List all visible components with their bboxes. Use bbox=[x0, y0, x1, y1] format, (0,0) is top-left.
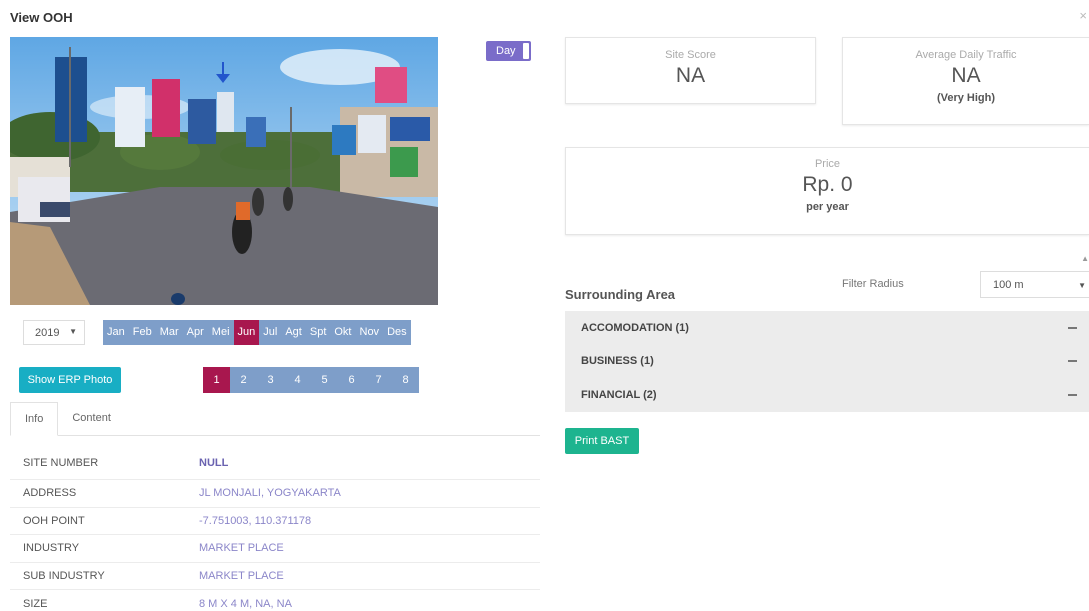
info-value: NULL bbox=[199, 457, 229, 469]
info-key: SITE NUMBER bbox=[23, 457, 99, 469]
traffic-label: Average Daily Traffic bbox=[915, 49, 1017, 61]
month-okt[interactable]: Okt bbox=[330, 320, 355, 345]
traffic-level: (Very High) bbox=[936, 92, 996, 104]
info-value: JL MONJALI, YOGYAKARTA bbox=[199, 487, 341, 500]
year-value: 2019 bbox=[35, 326, 60, 339]
month-spt[interactable]: Spt bbox=[306, 320, 331, 345]
page-8[interactable]: 8 bbox=[392, 367, 419, 393]
page-2[interactable]: 2 bbox=[230, 367, 257, 393]
month-des[interactable]: Des bbox=[383, 320, 411, 345]
info-row-ooh-point: OOH POINT -7.751003, 110.371178 bbox=[10, 508, 540, 535]
modal-title: View OOH bbox=[10, 10, 73, 25]
page-6[interactable]: 6 bbox=[338, 367, 365, 393]
info-tabs: Info Content bbox=[10, 402, 540, 436]
chevron-down-icon: ▼ bbox=[69, 327, 77, 336]
tab-content[interactable]: Content bbox=[58, 402, 125, 435]
info-value: MARKET PLACE bbox=[199, 542, 284, 555]
month-nov[interactable]: Nov bbox=[356, 320, 384, 345]
info-key: SIZE bbox=[23, 597, 48, 610]
info-row-size: SIZE 8 M X 4 M, NA, NA bbox=[10, 590, 540, 611]
site-score-value: NA bbox=[675, 64, 706, 87]
average-traffic-card: Average Daily Traffic NA (Very High) bbox=[842, 37, 1089, 125]
info-table: SITE NUMBER NULL ADDRESS JL MONJALI, YOG… bbox=[10, 447, 540, 611]
accordion-financial[interactable]: FINANCIAL (2) bbox=[565, 378, 1089, 412]
collapse-icon[interactable] bbox=[1068, 393, 1077, 396]
info-key: INDUSTRY bbox=[23, 542, 80, 555]
close-icon[interactable]: × bbox=[1079, 8, 1087, 23]
accordion-title: BUSINESS (1) bbox=[581, 355, 654, 368]
site-score-card: Site Score NA bbox=[565, 37, 816, 104]
info-value: -7.751003, 110.371178 bbox=[199, 514, 312, 527]
month-mar[interactable]: Mar bbox=[156, 320, 183, 345]
page-1[interactable]: 1 bbox=[203, 367, 230, 393]
traffic-value: NA bbox=[951, 64, 981, 87]
page-4[interactable]: 4 bbox=[284, 367, 311, 393]
price-card: Price Rp. 0 per year bbox=[565, 147, 1089, 235]
filter-radius-value: 100 m bbox=[993, 279, 1024, 291]
info-key: OOH POINT bbox=[23, 514, 85, 527]
info-key: SUB INDUSTRY bbox=[23, 569, 105, 582]
month-jul[interactable]: Jul bbox=[259, 320, 281, 345]
info-row-industry: INDUSTRY MARKET PLACE bbox=[10, 535, 540, 563]
info-key: ADDRESS bbox=[23, 487, 77, 500]
info-value: 8 M X 4 M, NA, NA bbox=[199, 597, 292, 610]
filter-radius-label: Filter Radius bbox=[842, 278, 904, 290]
month-mei[interactable]: Mei bbox=[208, 320, 234, 345]
accordion-business[interactable]: BUSINESS (1) bbox=[565, 345, 1089, 379]
month-feb[interactable]: Feb bbox=[129, 320, 156, 345]
tab-info[interactable]: Info bbox=[10, 402, 59, 436]
info-value: MARKET PLACE bbox=[199, 569, 284, 582]
site-score-label: Site Score bbox=[665, 49, 716, 61]
toggle-knob bbox=[523, 43, 529, 59]
accordion-title: FINANCIAL (2) bbox=[581, 388, 657, 401]
scroll-up-icon[interactable]: ▲ bbox=[1081, 254, 1089, 263]
month-apr[interactable]: Apr bbox=[183, 320, 208, 345]
surrounding-accordion: ACCOMODATION (1) BUSINESS (1) FINANCIAL … bbox=[565, 311, 1089, 412]
info-row-sub-industry: SUB INDUSTRY MARKET PLACE bbox=[10, 563, 540, 590]
info-row-site-number: SITE NUMBER NULL bbox=[10, 447, 540, 480]
filter-radius-select[interactable]: 100 m ▼ bbox=[980, 271, 1089, 298]
month-jun[interactable]: Jun bbox=[233, 320, 260, 345]
accordion-accomodation[interactable]: ACCOMODATION (1) bbox=[565, 311, 1089, 345]
page-3[interactable]: 3 bbox=[257, 367, 284, 393]
price-value: Rp. 0 bbox=[802, 173, 853, 196]
year-select[interactable]: 2019 ▼ bbox=[23, 320, 85, 345]
price-label: Price bbox=[814, 158, 841, 170]
accordion-title: ACCOMODATION (1) bbox=[581, 321, 689, 334]
month-selector: Jan Feb Mar Apr Mei Jun Jul Agt Spt Okt … bbox=[103, 320, 411, 345]
surrounding-area-title: Surrounding Area bbox=[565, 287, 676, 302]
print-bast-button[interactable]: Print BAST bbox=[565, 428, 639, 454]
photo-pagination: 1 2 3 4 5 6 7 8 bbox=[203, 367, 419, 393]
chevron-down-icon: ▼ bbox=[1078, 281, 1086, 290]
price-period: per year bbox=[806, 201, 849, 213]
show-erp-photo-button[interactable]: Show ERP Photo bbox=[19, 367, 121, 393]
page-5[interactable]: 5 bbox=[311, 367, 338, 393]
day-toggle-label: Day bbox=[496, 45, 516, 57]
collapse-icon[interactable] bbox=[1068, 326, 1077, 329]
month-jan[interactable]: Jan bbox=[103, 320, 129, 345]
site-photo bbox=[10, 37, 438, 305]
day-night-toggle[interactable]: Day bbox=[486, 41, 531, 61]
page-7[interactable]: 7 bbox=[365, 367, 392, 393]
month-agt[interactable]: Agt bbox=[281, 320, 306, 345]
collapse-icon[interactable] bbox=[1068, 360, 1077, 363]
info-row-address: ADDRESS JL MONJALI, YOGYAKARTA bbox=[10, 480, 540, 508]
